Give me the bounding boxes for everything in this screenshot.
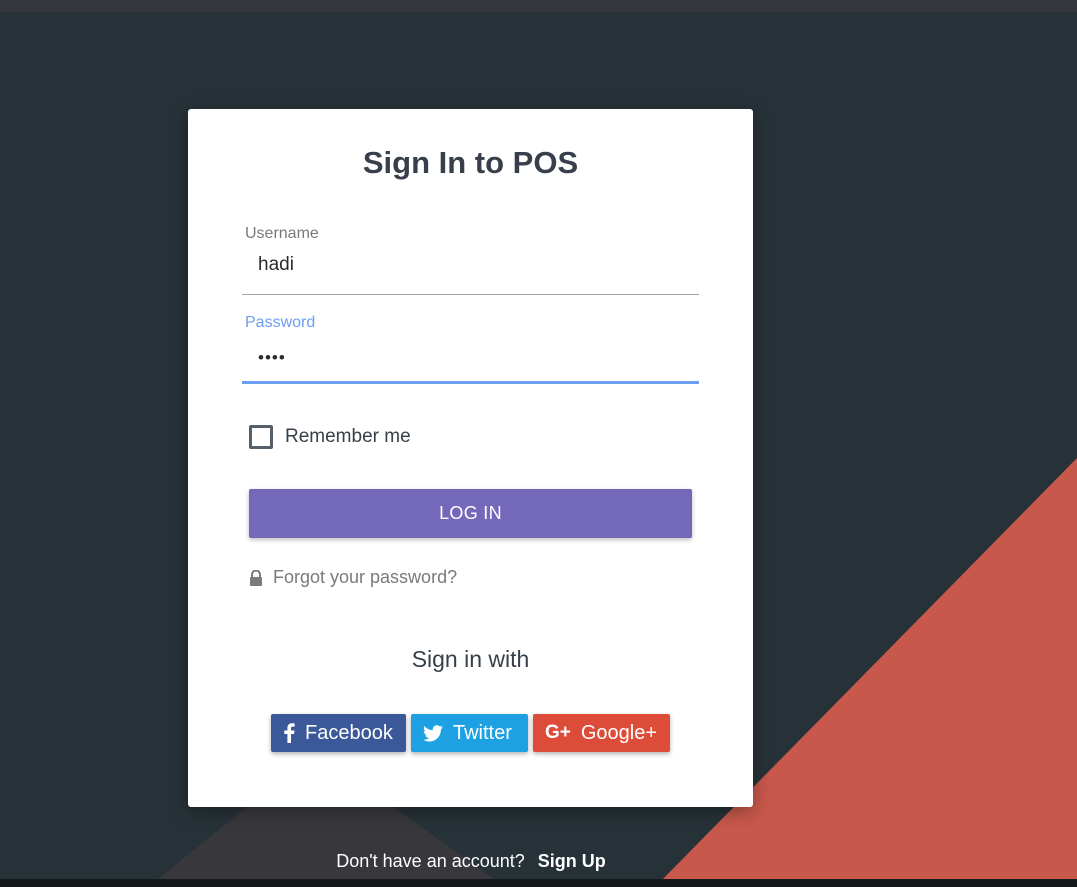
facebook-icon bbox=[283, 723, 295, 743]
twitter-label: Twitter bbox=[453, 721, 512, 744]
social-buttons: Facebook Twitter G+ Google+ bbox=[271, 714, 670, 752]
title-prefix: Sign In to bbox=[362, 145, 505, 180]
page-title: Sign In to POS bbox=[188, 145, 753, 181]
google-plus-icon: G+ bbox=[545, 722, 571, 743]
twitter-button[interactable]: Twitter bbox=[411, 714, 528, 752]
login-button[interactable]: LOG IN bbox=[249, 489, 692, 538]
username-field[interactable]: Username hadi bbox=[242, 225, 699, 295]
forgot-password-link[interactable]: Forgot your password? bbox=[249, 567, 457, 588]
password-label: Password bbox=[245, 314, 316, 331]
password-input[interactable]: •••• bbox=[258, 348, 286, 368]
remember-label: Remember me bbox=[285, 426, 411, 447]
password-field[interactable]: Password •••• bbox=[242, 314, 699, 384]
facebook-label: Facebook bbox=[305, 721, 393, 744]
remember-me[interactable]: Remember me bbox=[249, 425, 411, 449]
remember-checkbox[interactable] bbox=[249, 425, 273, 449]
facebook-button[interactable]: Facebook bbox=[271, 714, 406, 752]
signup-link[interactable]: Sign Up bbox=[538, 851, 606, 871]
google-plus-label: Google+ bbox=[580, 721, 658, 744]
signup-question: Don't have an account? bbox=[336, 851, 525, 871]
bottom-bar bbox=[0, 879, 1077, 887]
twitter-icon bbox=[423, 724, 443, 742]
username-label: Username bbox=[245, 225, 319, 242]
title-brand: POS bbox=[512, 145, 579, 180]
username-input[interactable]: hadi bbox=[258, 254, 294, 276]
lock-icon bbox=[250, 569, 262, 586]
signup-prompt: Don't have an account? Sign Up bbox=[0, 851, 942, 872]
forgot-password-label[interactable]: Forgot your password? bbox=[273, 567, 457, 588]
google-plus-button[interactable]: G+ Google+ bbox=[533, 714, 670, 752]
login-card: Sign In to POS Username hadi Password ••… bbox=[188, 109, 753, 807]
social-heading: Sign in with bbox=[411, 646, 530, 672]
